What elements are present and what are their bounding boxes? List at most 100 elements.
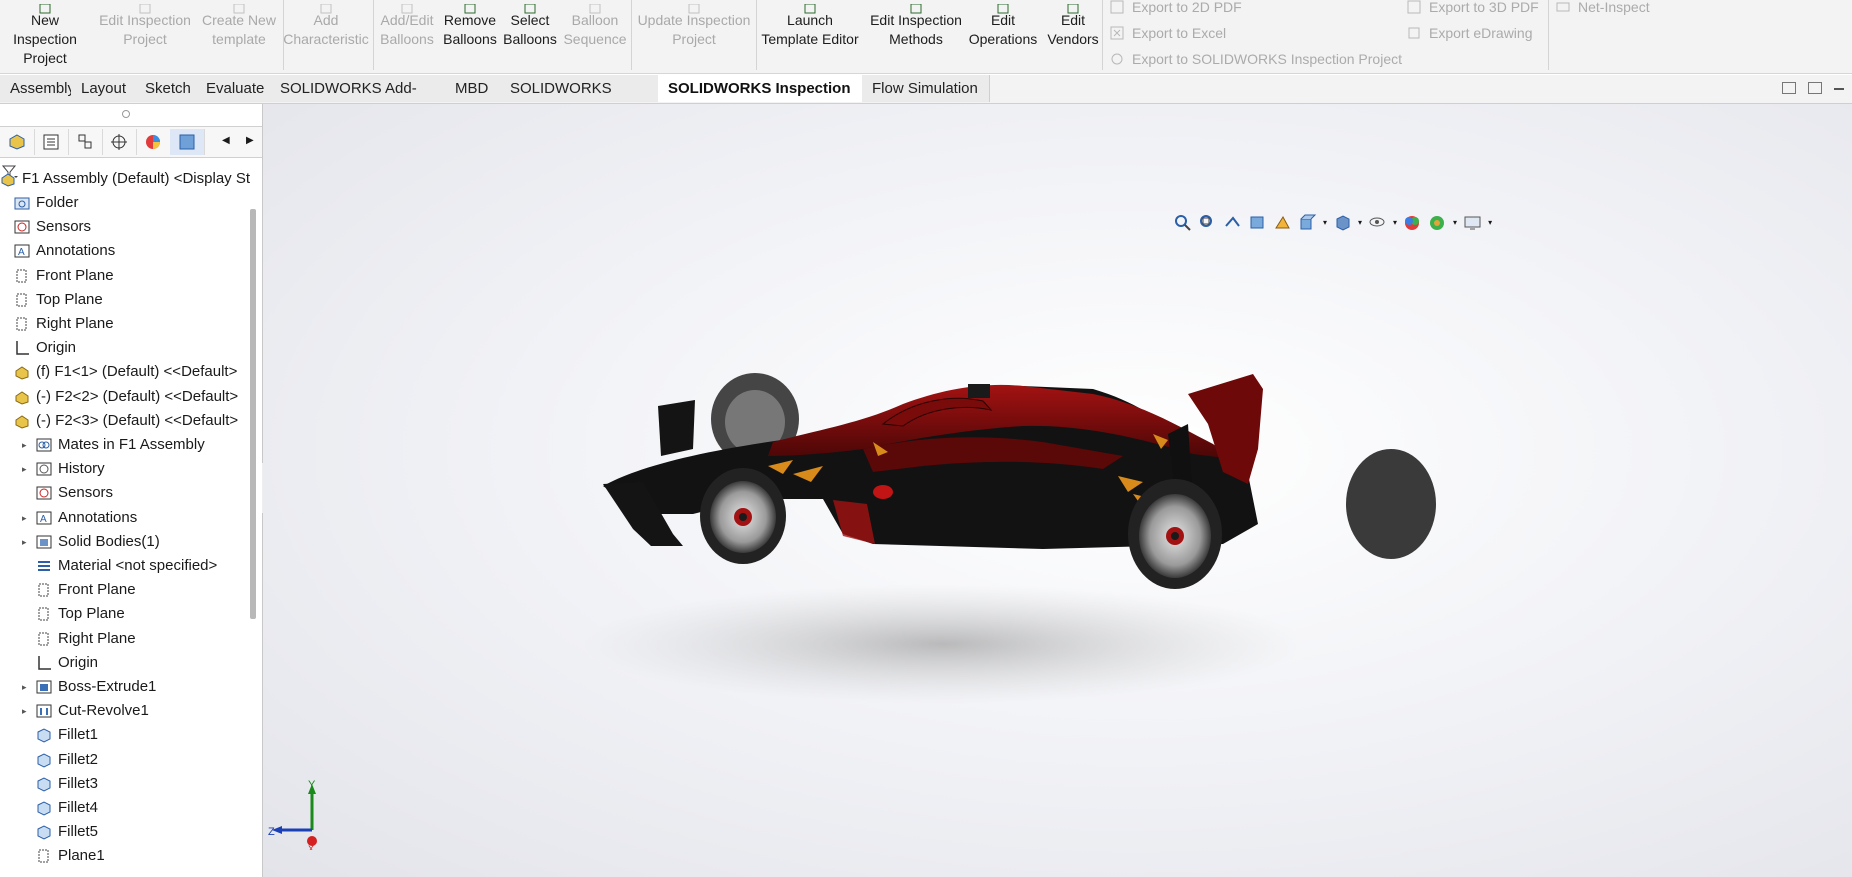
tree-item[interactable]: ▸ History (22, 458, 105, 480)
tile-horizontal-icon[interactable] (1782, 82, 1796, 94)
tree-item[interactable]: Top Plane (14, 289, 103, 311)
cam-manager-tab[interactable] (170, 129, 205, 155)
tree-item[interactable]: Sensors (14, 216, 91, 238)
view-orientation-icon[interactable] (1298, 214, 1317, 231)
tree-item[interactable]: Fillet5 (36, 821, 98, 843)
tree-item[interactable]: Fillet1 (36, 724, 98, 746)
tree-scrollbar[interactable] (250, 209, 256, 619)
tree-item[interactable]: (-) F2<3> (Default) <<Default> (14, 410, 238, 432)
tree-item[interactable]: ▸ Cut-Revolve1 (22, 700, 149, 722)
chevron-down-icon[interactable]: ▾ (1453, 218, 1457, 227)
tree-item[interactable]: Origin (36, 652, 98, 674)
property-manager-tab[interactable] (34, 129, 69, 155)
chevron-down-icon[interactable]: ▾ (1323, 218, 1327, 227)
scroll-left-icon[interactable]: ◀ (222, 135, 230, 146)
expand-arrow-icon[interactable]: ▸ (22, 458, 27, 480)
net-inspect-button[interactable]: Net-Inspect (1556, 0, 1650, 17)
tree-item[interactable]: (f) F1<1> (Default) <<Default> (14, 361, 237, 383)
tree-item[interactable]: Fillet2 (36, 749, 98, 771)
dynamic-annotation-icon[interactable] (1273, 214, 1292, 231)
tab-assembly[interactable]: Assembly (0, 75, 75, 102)
tree-item[interactable]: ▸ Solid Bodies(1) (22, 531, 160, 553)
export-excel-button[interactable]: Export to Excel (1110, 23, 1226, 43)
add-edit-balloons-button[interactable]: Add/Edit Balloons (374, 0, 440, 62)
tree-item[interactable]: Right Plane (14, 313, 114, 335)
export-3d-pdf-button[interactable]: Export to 3D PDF (1407, 0, 1539, 17)
tile-vertical-icon[interactable] (1808, 82, 1822, 94)
apply-scene-icon[interactable] (1428, 214, 1447, 231)
tree-item[interactable]: ▸ Mates in F1 Assembly (22, 434, 205, 456)
tab-mbd[interactable]: MBD (445, 75, 501, 102)
tree-item[interactable]: (-) F2<2> (Default) <<Default> (14, 386, 238, 408)
panel-grip-icon[interactable] (122, 110, 130, 118)
expand-arrow-icon[interactable]: ▸ (22, 434, 27, 456)
zoom-to-area-icon[interactable] (1198, 214, 1217, 231)
tree-item[interactable]: Plane1 (36, 845, 105, 867)
tab-solidworks-cam[interactable]: SOLIDWORKS CAM (500, 75, 659, 124)
edit-appearance-icon[interactable] (1403, 214, 1422, 231)
display-manager-tab[interactable] (136, 129, 171, 155)
tree-item[interactable]: ▸ A Annotations (22, 507, 137, 529)
chevron-down-icon[interactable]: ▾ (1488, 218, 1492, 227)
export-2d-pdf-button[interactable]: Export to 2D PDF (1110, 0, 1242, 17)
property-list-icon (43, 134, 59, 150)
chevron-down-icon[interactable]: ▾ (1358, 218, 1362, 227)
tree-item[interactable]: A Annotations (14, 240, 115, 262)
tree-item[interactable]: Right Plane (36, 628, 136, 650)
expand-arrow-icon[interactable]: ▸ (22, 676, 27, 698)
tree-item[interactable]: Sensors (36, 482, 113, 504)
configuration-icon (78, 134, 92, 149)
tree-item[interactable]: Origin (14, 337, 76, 359)
chevron-down-icon[interactable]: ▾ (1393, 218, 1397, 227)
hide-show-items-icon[interactable] (1368, 214, 1387, 231)
export-sw-inspection-project-button[interactable]: Export to SOLIDWORKS Inspection Project (1110, 49, 1402, 69)
tab-evaluate[interactable]: Evaluate (196, 75, 271, 102)
add-characteristic-button[interactable]: Add Characteristic (283, 0, 369, 62)
launch-template-editor-button[interactable]: Launch Template Editor (758, 0, 862, 62)
tree-item[interactable]: ▸ Boss-Extrude1 (22, 676, 157, 698)
scroll-right-icon[interactable]: ▶ (246, 135, 254, 146)
edit-inspection-methods-button[interactable]: Edit Inspection Methods (866, 0, 966, 62)
zoom-to-fit-icon[interactable] (1173, 214, 1192, 231)
tree-item-label: Boss-Extrude1 (58, 678, 157, 695)
tree-item[interactable]: Fillet3 (36, 773, 98, 795)
section-view-icon[interactable] (1248, 214, 1267, 231)
expand-arrow-icon[interactable]: ▸ (22, 507, 27, 529)
tree-item[interactable]: Front Plane (14, 265, 114, 287)
expand-arrow-icon[interactable]: ▸ (22, 531, 27, 553)
tab-flow-simulation[interactable]: Flow Simulation (862, 75, 990, 102)
dimxpert-manager-tab[interactable] (102, 129, 137, 155)
feature-manager-tab[interactable] (0, 129, 35, 155)
new-inspection-project-label-line2: Project (23, 50, 67, 66)
tab-solidworks-add-ins[interactable]: SOLIDWORKS Add-Ins (270, 75, 446, 124)
remove-balloons-button[interactable]: Remove Balloons (442, 0, 498, 62)
new-inspection-project-button[interactable]: New Inspection Project (0, 0, 90, 66)
previous-view-icon[interactable] (1223, 214, 1242, 231)
f1-car-model[interactable] (263, 104, 1852, 877)
configuration-manager-tab[interactable] (68, 129, 103, 155)
tree-item[interactable]: F1 Assembly (Default) <Display St (0, 168, 250, 190)
tree-item[interactable]: Front Plane (36, 579, 136, 601)
edit-operations-button[interactable]: Edit Operations (968, 0, 1038, 62)
tab-sketch[interactable]: Sketch (135, 75, 197, 102)
select-balloons-button[interactable]: Select Balloons (502, 0, 558, 62)
tab-layout[interactable]: Layout (71, 75, 136, 102)
view-settings-icon[interactable] (1463, 214, 1482, 231)
tree-item[interactable]: Top Plane (36, 603, 125, 625)
export-edrawing-button[interactable]: Export eDrawing (1407, 23, 1533, 43)
minimize-icon[interactable] (1834, 88, 1844, 90)
display-style-icon[interactable] (1333, 214, 1352, 231)
tab-solidworks-inspection[interactable]: SOLIDWORKS Inspection (658, 75, 863, 102)
create-new-template-button[interactable]: Create New template (200, 0, 278, 62)
edit-inspection-project-button[interactable]: Edit Inspection Project (92, 0, 198, 62)
edit-vendors-button[interactable]: Edit Vendors (1040, 0, 1106, 62)
graphics-area[interactable]: ▾ ▾ ▾ ▾ ▾ (263, 104, 1852, 877)
tree-item[interactable]: Folder (14, 192, 79, 214)
expand-arrow-icon[interactable]: ▸ (22, 700, 27, 722)
update-inspection-project-button[interactable]: Update Inspection Project (632, 0, 756, 62)
update-inspection-project-label-line2: Project (672, 31, 716, 47)
edrawing-icon (1407, 26, 1421, 40)
tree-item[interactable]: Fillet4 (36, 797, 98, 819)
tree-item[interactable]: Material <not specified> (36, 555, 217, 577)
balloon-sequence-button[interactable]: Balloon Sequence (562, 0, 628, 62)
